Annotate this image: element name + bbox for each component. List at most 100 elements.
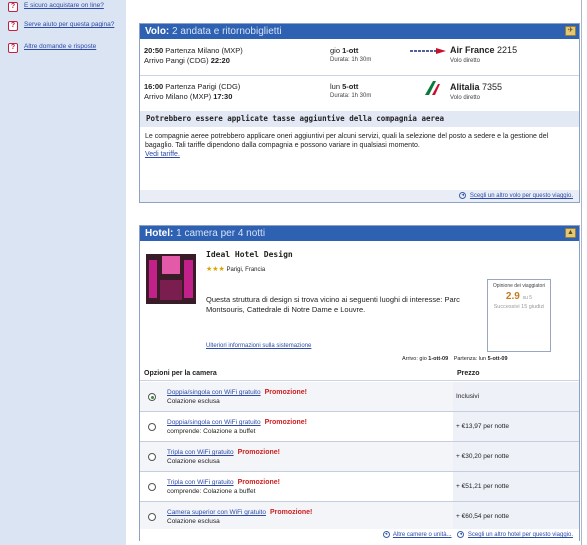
- arrive-time: 17:30: [213, 92, 233, 101]
- hotel-header-title: Hotel:: [145, 228, 174, 239]
- sidebar-item-faq[interactable]: ? Altre domande e risposte: [8, 41, 126, 53]
- arrow-circle-icon: ◂: [457, 530, 465, 538]
- flight-panel: Volo: 2 andata e ritornobiglietti ✈ 20:5…: [139, 23, 580, 203]
- flight-date: 5-ott: [342, 82, 359, 91]
- outbound-flight: 20:50 Partenza Milano (MXP) Arrivo Pangi…: [140, 41, 579, 76]
- room-radio[interactable]: [148, 393, 156, 401]
- room-name-link[interactable]: Tripla con WiFi gratuito: [167, 449, 234, 456]
- room-price: + €30,20 per notte: [456, 453, 509, 460]
- room-option[interactable]: Camera superior con WiFi gratuito Promozi…: [140, 502, 579, 532]
- left-sidebar: ? E sicuro acquistare on line? ? Serve a…: [0, 0, 126, 545]
- sidebar-item-label[interactable]: E sicuro acquistare on line?: [24, 2, 104, 10]
- arrival-label: Arrivo: gio: [402, 356, 427, 362]
- flight-footer: ◂ Scegli un altro volo per questo viaggi…: [140, 190, 579, 202]
- room-option[interactable]: Tripla con WiFi gratuito Promozione! Cola…: [140, 442, 579, 472]
- flight-duration: Durata: 1h 30m: [330, 57, 372, 63]
- depart-text: Partenza Milano (MXP): [165, 46, 243, 55]
- return-flight: 16:00 Partenza Parigi (CDG) Arrivo Milan…: [140, 76, 579, 111]
- page-border: [581, 0, 582, 545]
- hotel-footer: ◂ Altre camere o unità... ◂ Scegli un al…: [140, 529, 579, 541]
- hotel-header-sub: 1 camera per 4 notti: [176, 228, 266, 239]
- arrive-text: Arrivo Milano (MXP): [144, 92, 212, 101]
- question-icon: ?: [8, 2, 18, 12]
- arrow-circle-icon: ◂: [459, 191, 467, 199]
- rating-label: Opinione dei viaggiatori: [492, 283, 546, 289]
- depart-text: Partenza Parigi (CDG): [165, 82, 241, 91]
- rating-score: 2.9: [505, 291, 520, 302]
- sidebar-item-help[interactable]: ? Serve aiuto per questa pagina?: [8, 19, 118, 31]
- question-icon: ?: [8, 43, 18, 53]
- hotel-info-link[interactable]: Ulteriori informazioni sulla sistemazion…: [206, 343, 311, 349]
- arrive-time: 22:20: [210, 56, 230, 65]
- airline-name: Alitalia: [450, 82, 480, 92]
- promo-badge: Promozione!: [264, 389, 307, 396]
- flight-number: 2215: [497, 45, 518, 55]
- flight-date: 1-ott: [342, 46, 359, 55]
- room-name-link[interactable]: Doppia/singola con WiFi gratuito: [167, 419, 261, 426]
- arrival-date: 1-ott-09: [428, 356, 449, 362]
- room-detail: comprende: Colazione a buffet: [167, 488, 256, 495]
- airfrance-logo-icon: [410, 48, 446, 54]
- room-radio[interactable]: [148, 423, 156, 431]
- hotel-panel: Hotel: 1 camera per 4 notti ▲ Ideal Hote…: [139, 225, 580, 541]
- sidebar-item-label[interactable]: Altre domande e risposte: [24, 43, 96, 51]
- departure-label: Partenza: lun: [453, 356, 487, 362]
- plane-icon: ✈: [565, 26, 576, 36]
- room-price: + €13,97 per notte: [456, 423, 509, 430]
- room-price: + €60,54 per notte: [456, 513, 509, 520]
- price-header-label: Prezzo: [457, 370, 480, 377]
- lock-icon: ▲: [565, 228, 576, 238]
- flight-header-title: Volo:: [145, 26, 170, 37]
- room-name-link[interactable]: Tripla con WiFi gratuito: [167, 479, 234, 486]
- flight-header-sub: 2 andata e ritornobiglietti: [172, 26, 282, 37]
- other-rooms-link[interactable]: Altre camere o unità...: [393, 532, 452, 538]
- flight-header: Volo: 2 andata e ritornobiglietti ✈: [140, 24, 579, 39]
- depart-time: 20:50: [144, 46, 164, 55]
- options-header-label: Opzioni per la camera: [144, 370, 217, 377]
- promo-badge: Promozione!: [237, 449, 280, 456]
- page: ? E sicuro acquistare on line? ? Serve a…: [0, 0, 587, 545]
- room-radio[interactable]: [148, 483, 156, 491]
- date-prefix: lun: [330, 82, 341, 91]
- fees-link[interactable]: Vedi tariffe.: [145, 151, 180, 158]
- room-detail: Colazione esclusa: [167, 398, 220, 405]
- tax-notice-text: Le compagnie aeree potrebbero applicare …: [145, 133, 549, 149]
- promo-badge: Promozione!: [269, 509, 313, 516]
- change-hotel-link[interactable]: Scegli un altro hotel per questo viaggio…: [468, 532, 573, 538]
- star-rating-icon: ★★★: [206, 266, 225, 273]
- hotel-photo: [146, 254, 196, 304]
- room-name-link[interactable]: Camera superior con WiFi gratuito: [167, 509, 266, 516]
- room-option[interactable]: Doppia/singola con WiFi gratuito Promozio…: [140, 382, 579, 412]
- room-option[interactable]: Doppia/singola con WiFi gratuito Promozio…: [140, 412, 579, 442]
- hotel-location: Parigi, Francia: [226, 267, 266, 273]
- departure-date: 5-ott-09: [487, 356, 508, 362]
- depart-time: 16:00: [144, 82, 164, 91]
- date-prefix: gio: [330, 46, 341, 55]
- room-detail: Colazione esclusa: [167, 518, 220, 525]
- room-radio[interactable]: [148, 453, 156, 461]
- flight-type: Volo diretto: [450, 58, 481, 64]
- change-flight-link[interactable]: Scegli un altro volo per questo viaggio.: [470, 193, 573, 199]
- promo-badge: Promozione!: [237, 479, 280, 486]
- question-icon: ?: [8, 21, 18, 31]
- hotel-description: Questa struttura di design si trova vici…: [206, 295, 460, 314]
- room-option[interactable]: Tripla con WiFi gratuito Promozione! comp…: [140, 472, 579, 502]
- hotel-name: Ideal Hotel Design: [206, 250, 293, 259]
- airline-name: Air France: [450, 45, 495, 55]
- flight-duration: Durata: 1h 30m: [330, 93, 372, 99]
- room-detail: Colazione esclusa: [167, 458, 220, 465]
- promo-badge: Promozione!: [264, 419, 307, 426]
- alitalia-logo-icon: [425, 81, 440, 95]
- room-name-link[interactable]: Doppia/singola con WiFi gratuito: [167, 389, 261, 396]
- sidebar-item-safe[interactable]: ? E sicuro acquistare on line?: [8, 0, 126, 12]
- room-detail: comprende: Colazione a buffet: [167, 428, 256, 435]
- arrow-circle-icon: ◂: [382, 530, 390, 538]
- hotel-header: Hotel: 1 camera per 4 notti ▲: [140, 226, 579, 241]
- tax-notice: Le compagnie aeree potrebbero applicare …: [145, 132, 573, 159]
- next-reviews-link[interactable]: Successivi 15 giudizi: [488, 304, 550, 310]
- room-radio[interactable]: [148, 513, 156, 521]
- flight-number: 7355: [482, 82, 503, 92]
- traveller-rating: Opinione dei viaggiatori 2.9 su 5 Succes…: [487, 279, 551, 352]
- tax-notice-title: Potrebbero essere applicate tasse aggiun…: [140, 111, 579, 127]
- sidebar-item-label[interactable]: Serve aiuto per questa pagina?: [24, 21, 114, 29]
